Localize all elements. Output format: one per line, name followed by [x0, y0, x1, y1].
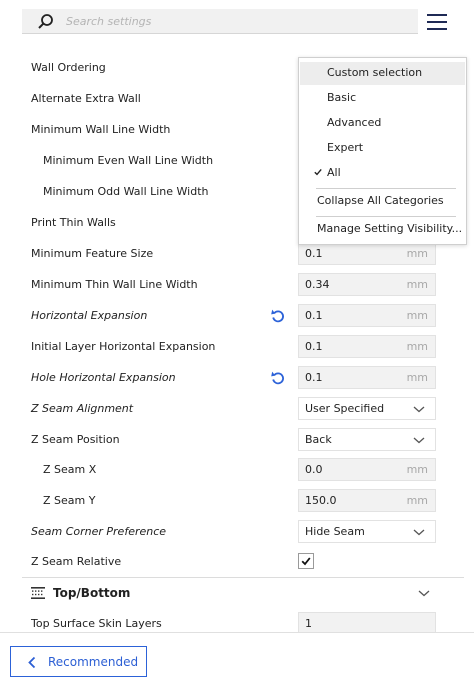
setting-row-hole-horizontal-expansion: Hole Horizontal Expansion 0.1 mm: [0, 362, 474, 393]
settings-visibility-menu: Custom selection Basic Advanced Expert A…: [298, 57, 467, 245]
setting-value-field[interactable]: 0.1 mm: [298, 304, 436, 327]
field-unit: mm: [406, 371, 428, 384]
menu-icon[interactable]: [424, 10, 450, 34]
field-value: 0.34: [305, 278, 330, 291]
setting-select[interactable]: User Specified: [298, 397, 436, 420]
chevron-down-icon: [413, 406, 425, 413]
menu-item-advanced[interactable]: Advanced: [300, 112, 465, 135]
field-unit: mm: [406, 494, 428, 507]
setting-row-horizontal-expansion: Horizontal Expansion 0.1 mm: [0, 300, 474, 331]
setting-value-field[interactable]: 0.1 mm: [298, 366, 436, 389]
menu-item-label: All: [327, 166, 341, 179]
menu-item-basic[interactable]: Basic: [300, 87, 465, 110]
setting-row-z-seam-alignment: Z Seam Alignment User Specified: [0, 393, 474, 424]
setting-select[interactable]: Hide Seam: [298, 520, 436, 543]
reset-icon[interactable]: [269, 307, 287, 325]
chevron-left-icon: [28, 656, 36, 669]
setting-value-field[interactable]: 150.0 mm: [298, 489, 436, 512]
field-value: 0.1: [305, 371, 323, 384]
setting-label: Top Surface Skin Layers: [31, 617, 162, 630]
menu-item-all[interactable]: All: [300, 162, 465, 185]
menu-item-manage-setting-visibility[interactable]: Manage Setting Visibility...: [300, 218, 465, 241]
chevron-down-icon: [418, 590, 430, 597]
menu-divider: [316, 216, 456, 217]
field-value: 150.0: [305, 494, 337, 507]
setting-label: Minimum Thin Wall Line Width: [31, 278, 198, 291]
bottom-bar: Recommended: [0, 632, 474, 683]
menu-item-label: Advanced: [327, 116, 382, 129]
setting-label: Z Seam X: [43, 463, 97, 476]
field-unit: mm: [406, 340, 428, 353]
reset-icon[interactable]: [269, 369, 287, 387]
setting-label: Initial Layer Horizontal Expansion: [31, 340, 216, 353]
setting-value-field[interactable]: 0.0 mm: [298, 458, 436, 481]
recommended-button[interactable]: Recommended: [10, 646, 147, 677]
select-value: User Specified: [305, 402, 385, 415]
chevron-down-icon: [413, 529, 425, 536]
setting-row-z-seam-position: Z Seam Position Back: [0, 424, 474, 455]
setting-label: Minimum Odd Wall Line Width: [43, 185, 209, 198]
menu-item-label: Expert: [327, 141, 364, 154]
setting-label: Minimum Feature Size: [31, 247, 154, 260]
setting-label: Horizontal Expansion: [31, 309, 148, 322]
setting-row-z-seam-x: Z Seam X 0.0 mm: [0, 454, 474, 485]
z-seam-relative-checkbox[interactable]: [298, 553, 314, 569]
category-header-top-bottom[interactable]: Top/Bottom: [22, 577, 464, 608]
setting-label: Alternate Extra Wall: [31, 92, 141, 105]
search-input[interactable]: [66, 12, 406, 30]
select-value: Back: [305, 433, 332, 446]
menu-item-label: Basic: [327, 91, 357, 104]
setting-value-field[interactable]: 0.1 mm: [298, 242, 436, 265]
setting-row-z-seam-relative: Z Seam Relative: [0, 546, 474, 577]
setting-value-field[interactable]: 0.1 mm: [298, 335, 436, 358]
setting-row-z-seam-y: Z Seam Y 150.0 mm: [0, 485, 474, 516]
category-title: Top/Bottom: [53, 586, 131, 600]
setting-label: Seam Corner Preference: [31, 525, 167, 538]
setting-label: Minimum Wall Line Width: [31, 123, 171, 136]
search-icon: [38, 14, 53, 29]
setting-label: Print Thin Walls: [31, 216, 116, 229]
setting-label: Z Seam Relative: [31, 555, 122, 568]
field-unit: mm: [406, 247, 428, 260]
field-unit: mm: [406, 463, 428, 476]
field-value: 0.0: [305, 463, 323, 476]
setting-value-field[interactable]: 0.34 mm: [298, 273, 436, 296]
setting-label: Z Seam Y: [43, 494, 96, 507]
field-value: 0.1: [305, 309, 323, 322]
menu-item-label: Manage Setting Visibility...: [317, 222, 463, 235]
setting-row-seam-corner-preference: Seam Corner Preference Hide Seam: [0, 516, 474, 547]
select-value: Hide Seam: [305, 525, 365, 538]
menu-divider: [316, 188, 456, 189]
setting-label: Wall Ordering: [31, 61, 106, 74]
menu-item-label: Custom selection: [327, 66, 423, 79]
top-bottom-category-icon: [31, 587, 45, 599]
setting-row-initial-layer-horizontal-expansion: Initial Layer Horizontal Expansion 0.1 m…: [0, 331, 474, 362]
setting-row-minimum-thin-wall-line-width: Minimum Thin Wall Line Width 0.34 mm: [0, 269, 474, 300]
field-value: 1: [305, 617, 312, 630]
field-unit: mm: [406, 278, 428, 291]
setting-select[interactable]: Back: [298, 428, 436, 451]
menu-item-custom-selection[interactable]: Custom selection: [300, 62, 465, 85]
search-bar: [22, 9, 418, 34]
menu-item-label: Collapse All Categories: [317, 194, 444, 207]
recommended-label: Recommended: [48, 655, 139, 669]
chevron-down-icon: [413, 437, 425, 444]
menu-item-collapse-all-categories[interactable]: Collapse All Categories: [300, 190, 465, 213]
checkmark-icon: [314, 168, 322, 176]
field-value: 0.1: [305, 247, 323, 260]
field-value: 0.1: [305, 340, 323, 353]
menu-item-expert[interactable]: Expert: [300, 137, 465, 160]
setting-label: Minimum Even Wall Line Width: [43, 154, 214, 167]
checkmark-icon: [301, 557, 311, 566]
setting-label: Z Seam Alignment: [31, 402, 134, 415]
field-unit: mm: [406, 309, 428, 322]
setting-label: Hole Horizontal Expansion: [31, 371, 176, 384]
setting-label: Z Seam Position: [31, 433, 120, 446]
